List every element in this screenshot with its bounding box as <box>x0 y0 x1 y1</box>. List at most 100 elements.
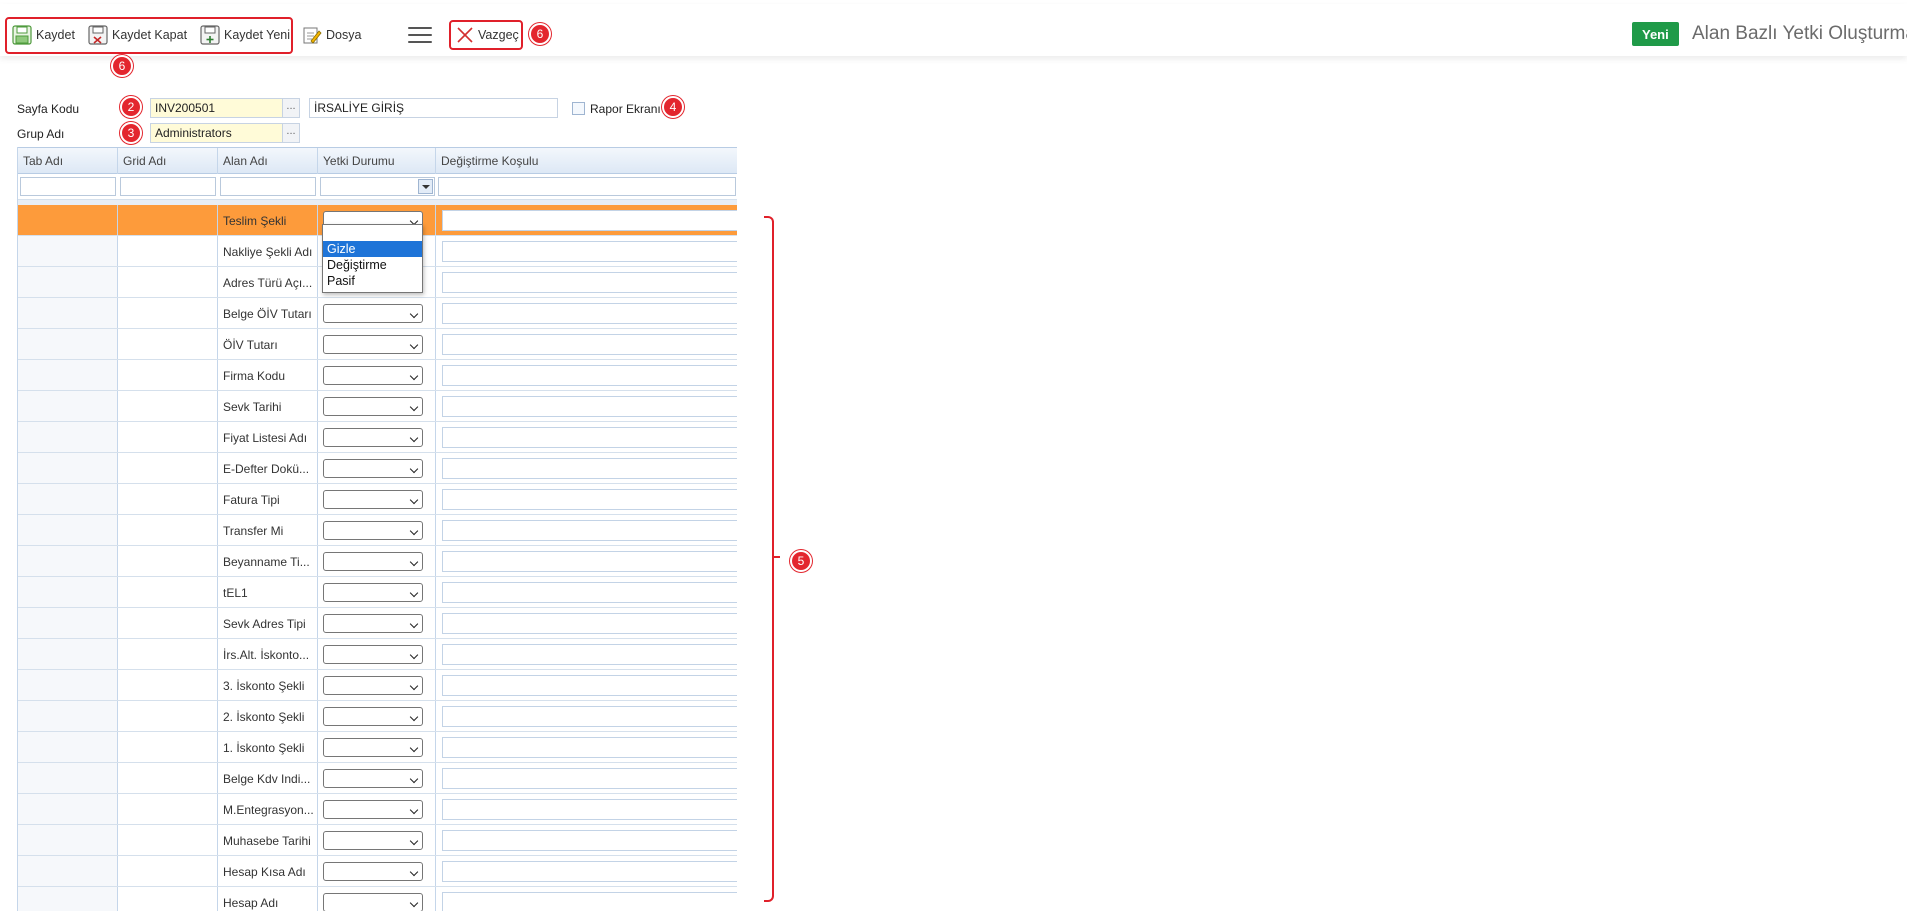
change-condition-input[interactable] <box>442 365 737 386</box>
permission-status-select[interactable] <box>323 459 423 478</box>
cancel-button[interactable]: Vazgeç <box>456 20 519 50</box>
change-condition-input[interactable] <box>442 582 737 603</box>
permission-status-select[interactable] <box>323 428 423 447</box>
filter-change-condition-input[interactable] <box>438 177 736 196</box>
table-row[interactable]: Transfer Mi <box>18 515 737 546</box>
change-condition-input[interactable] <box>442 334 737 355</box>
save-new-button[interactable]: Kaydet Yeni <box>200 20 290 50</box>
permission-status-select[interactable] <box>323 800 423 819</box>
table-row[interactable]: 1. İskonto Şekli <box>18 732 737 763</box>
field-name-cell: 1. İskonto Şekli <box>223 741 305 755</box>
filter-grid-name-input[interactable] <box>120 177 216 196</box>
tab-name-cell <box>18 453 118 483</box>
table-row[interactable]: Belge Kdv Indi... <box>18 763 737 794</box>
permission-status-select[interactable] <box>323 552 423 571</box>
change-condition-input[interactable] <box>442 458 737 479</box>
permission-status-select[interactable] <box>323 583 423 602</box>
change-condition-input[interactable] <box>442 799 737 820</box>
permission-status-select[interactable] <box>323 490 423 509</box>
change-condition-input[interactable] <box>442 272 737 293</box>
table-row[interactable]: Fiyat Listesi Adı <box>18 422 737 453</box>
change-condition-input[interactable] <box>442 241 737 262</box>
table-row[interactable]: Fatura Tipi <box>18 484 737 515</box>
change-condition-input[interactable] <box>442 613 737 634</box>
field-name-cell: Beyanname Ti... <box>223 555 310 569</box>
group-name-input[interactable]: Administrators <box>150 123 284 143</box>
table-row[interactable]: ÖİV Tutarı <box>18 329 737 360</box>
dropdown-option-empty[interactable] <box>323 225 422 241</box>
table-row[interactable]: M.Entegrasyon... <box>18 794 737 825</box>
table-row[interactable]: Hesap Adı <box>18 887 737 911</box>
permission-status-select[interactable] <box>323 893 423 911</box>
file-button[interactable]: Dosya <box>302 20 361 50</box>
page-code-input[interactable]: INV200501 <box>150 98 284 118</box>
filter-field-name-input[interactable] <box>220 177 316 196</box>
column-header-permission-status[interactable]: Yetki Durumu <box>318 148 436 174</box>
change-condition-input[interactable] <box>442 520 737 541</box>
dropdown-option-hide[interactable]: Gizle <box>323 241 422 257</box>
permission-status-select[interactable] <box>323 521 423 540</box>
table-row[interactable]: Sevk Tarihi <box>18 391 737 422</box>
table-row[interactable]: Belge ÖİV Tutarı <box>18 298 737 329</box>
group-name-lookup-button[interactable]: ... <box>282 123 300 143</box>
permission-status-select[interactable] <box>323 335 423 354</box>
filter-tab-name-input[interactable] <box>20 177 116 196</box>
grid-name-cell <box>118 608 218 638</box>
change-condition-input[interactable] <box>442 396 737 417</box>
table-row[interactable]: Firma Kodu <box>18 360 737 391</box>
permission-status-select[interactable] <box>323 397 423 416</box>
grid-name-cell <box>118 515 218 545</box>
dropdown-option-no-change[interactable]: Değiştirme <box>323 257 422 273</box>
filter-permission-dropdown[interactable] <box>320 177 435 196</box>
table-row[interactable]: Sevk Adres Tipi <box>18 608 737 639</box>
change-condition-input[interactable] <box>442 892 737 911</box>
permission-status-select[interactable] <box>323 304 423 323</box>
page-name-input[interactable]: İRSALİYE GİRİŞ <box>309 98 558 118</box>
save-close-button[interactable]: Kaydet Kapat <box>88 20 187 50</box>
change-condition-input[interactable] <box>442 675 737 696</box>
permission-status-select[interactable] <box>323 366 423 385</box>
change-condition-input[interactable] <box>442 768 737 789</box>
column-header-grid-name[interactable]: Grid Adı <box>118 148 218 174</box>
hamburger-menu-icon[interactable] <box>408 27 432 45</box>
table-row[interactable]: İrs.Alt. İskonto... <box>18 639 737 670</box>
permission-status-select[interactable] <box>323 707 423 726</box>
permission-status-select[interactable] <box>323 676 423 695</box>
change-condition-input[interactable] <box>442 737 737 758</box>
report-screen-checkbox[interactable] <box>572 102 585 115</box>
table-row[interactable]: 2. İskonto Şekli <box>18 701 737 732</box>
change-condition-input[interactable] <box>442 489 737 510</box>
table-row[interactable]: tEL1 <box>18 577 737 608</box>
tab-name-cell <box>18 329 118 359</box>
marker-5: 5 <box>790 550 812 572</box>
change-condition-input[interactable] <box>442 830 737 851</box>
page-code-lookup-button[interactable]: ... <box>282 98 300 118</box>
change-condition-input[interactable] <box>442 706 737 727</box>
change-condition-input[interactable] <box>442 427 737 448</box>
permission-status-select[interactable] <box>323 738 423 757</box>
tab-name-cell <box>18 391 118 421</box>
permission-status-select[interactable] <box>323 862 423 881</box>
column-header-tab-name[interactable]: Tab Adı <box>18 148 118 174</box>
column-header-change-condition[interactable]: Değiştirme Koşulu <box>436 148 737 174</box>
column-header-field-name[interactable]: Alan Adı <box>218 148 318 174</box>
permission-status-select[interactable] <box>323 831 423 850</box>
table-row[interactable]: 3. İskonto Şekli <box>18 670 737 701</box>
permission-status-select[interactable] <box>323 645 423 664</box>
change-condition-input[interactable] <box>442 303 737 324</box>
grid-name-cell <box>118 577 218 607</box>
field-name-cell: 3. İskonto Şekli <box>223 679 305 693</box>
permission-status-select[interactable] <box>323 769 423 788</box>
dropdown-option-passive[interactable]: Pasif <box>323 273 422 289</box>
table-row[interactable]: Hesap Kısa Adı <box>18 856 737 887</box>
change-condition-input[interactable] <box>442 861 737 882</box>
table-row[interactable]: Muhasebe Tarihi <box>18 825 737 856</box>
change-condition-input[interactable] <box>442 210 737 231</box>
save-button[interactable]: Kaydet <box>12 20 75 50</box>
change-condition-input[interactable] <box>442 644 737 665</box>
change-condition-input[interactable] <box>442 551 737 572</box>
permission-status-select[interactable] <box>323 614 423 633</box>
table-row[interactable]: E-Defter Dokü... <box>18 453 737 484</box>
table-row[interactable]: Beyanname Ti... <box>18 546 737 577</box>
tab-name-cell <box>18 546 118 576</box>
